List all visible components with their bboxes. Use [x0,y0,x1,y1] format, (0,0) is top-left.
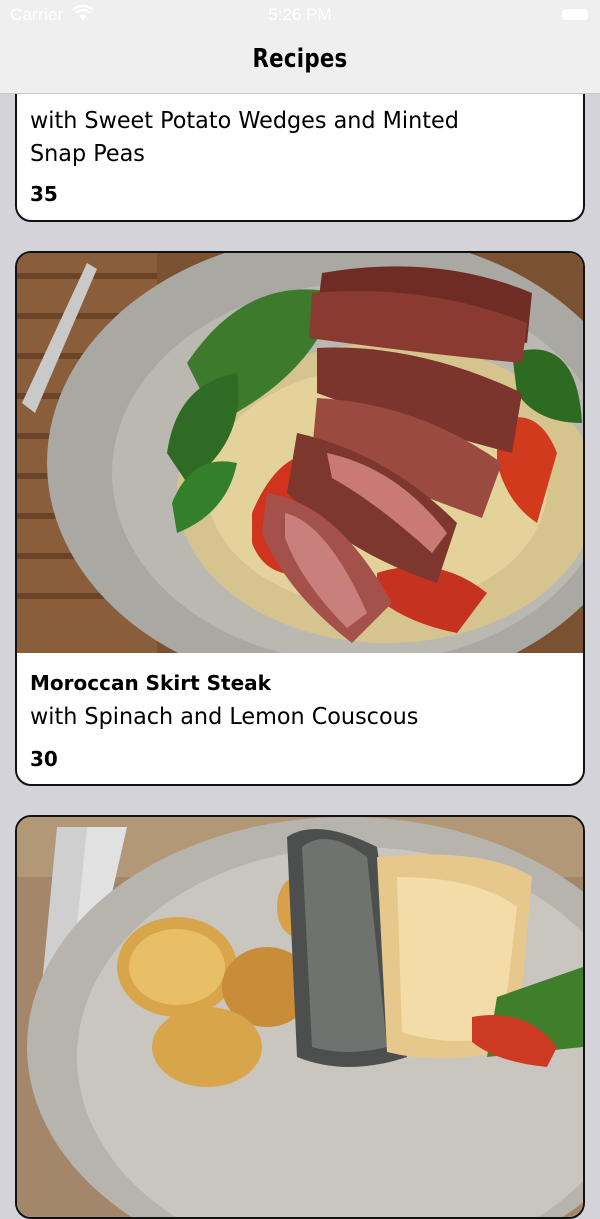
status-time: 5:26 PM [268,5,332,24]
recipe-time: 30 [30,747,58,771]
status-bar: Carrier 5:26 PM [0,0,600,30]
recipe-subtitle: with Spinach and Lemon Couscous [30,704,419,730]
battery-icon [562,9,588,20]
recipe-photo [17,253,583,653]
page-title: Recipes [252,44,348,74]
recipe-card[interactable] [15,815,585,1219]
recipe-subtitle: with Sweet Potato Wedges and Minted Snap… [30,108,459,167]
recipe-list: with Sweet Potato Wedges and Minted Snap… [0,0,600,1219]
recipe-title: Moroccan Skirt Steak [30,671,271,695]
recipe-card[interactable]: Moroccan Skirt Steak with Spinach and Le… [15,251,585,786]
recipe-photo [17,817,583,1217]
navigation-bar: Recipes [0,30,600,94]
recipe-time: 35 [30,182,58,206]
